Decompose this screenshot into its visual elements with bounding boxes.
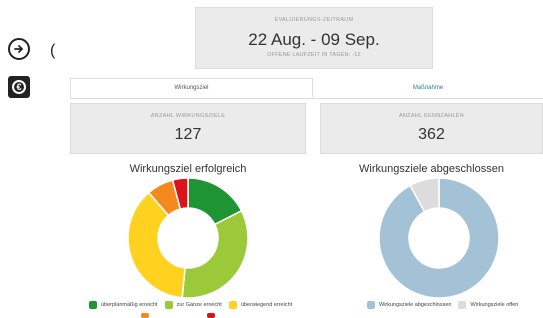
tab-wirkungsziel[interactable]: Wirkungsziel	[70, 78, 313, 98]
legend-item[interactable]: Wirkungsziele abgeschlossen	[367, 301, 451, 309]
legend-swatch	[228, 301, 237, 309]
stat-value: 127	[174, 126, 202, 143]
donut-slice-zur-gänze-erreicht[interactable]	[181, 209, 249, 299]
legend-item[interactable]: zur Gänze erreicht	[164, 301, 222, 309]
legend-item[interactable]: überwiegend erreicht	[228, 301, 293, 309]
evaluation-period-panel: EVALUIERUNGS-ZEITRAUM 22 Aug. - 09 Sep. …	[195, 7, 433, 69]
donut-chart-erfolgreich	[127, 177, 249, 299]
stat-box-kennzahlen: ANZAHL KENNZAHLEN 362	[320, 103, 543, 154]
legend-swatch[interactable]	[141, 313, 149, 318]
legend-label: Wirkungsziele abgeschlossen	[379, 302, 452, 308]
legend-erfolgreich: überplanmäßig erreicht zur Gänze erreich…	[89, 301, 299, 309]
legend-label: überplanmäßig erreicht	[101, 302, 158, 308]
tab-bar: Wirkungsziel Maßnahme	[70, 78, 543, 99]
cut-off-text: (	[50, 42, 56, 59]
donut-chart-abgeschlossen	[378, 177, 500, 299]
legend-swatch[interactable]	[207, 313, 215, 318]
stat-box-wirkungsziele: ANZAHL WIRKUNGSZIELE 127	[70, 103, 306, 154]
legend-item[interactable]: überplanmäßig erreicht	[89, 301, 158, 309]
legend-swatch	[164, 301, 173, 309]
period-value: 22 Aug. - 09 Sep.	[248, 30, 380, 49]
legend-item[interactable]: Wirkungsziele offen	[458, 301, 518, 309]
legend-swatch	[458, 301, 467, 309]
arrow-right-glyph	[14, 45, 24, 53]
legend-label: überwiegend erreicht	[240, 302, 293, 308]
legend-erfolgreich-row2	[141, 313, 273, 318]
stat-label: ANZAHL KENNZAHLEN	[398, 113, 465, 119]
chart-title-erfolgreich: Wirkungsziel erfolgreich	[129, 163, 247, 175]
tab-massnahme[interactable]: Maßnahme	[313, 78, 543, 98]
legend-abgeschlossen: Wirkungsziele abgeschlossen Wirkungsziel…	[367, 301, 525, 309]
stat-value: 362	[418, 126, 445, 143]
period-label: EVALUIERUNGS-ZEITRAUM	[274, 17, 354, 23]
euro-icon[interactable]: €	[8, 76, 30, 98]
legend-label: zur Gänze erreicht	[176, 302, 222, 308]
stat-label: ANZAHL WIRKUNGSZIELE	[150, 113, 226, 119]
period-sub: OFFENE LAUFZEIT IN TAGEN: -12	[267, 52, 361, 58]
legend-swatch	[89, 301, 97, 309]
legend-swatch	[367, 301, 375, 309]
chart-title-abgeschlossen: Wirkungsziele abgeschlossen	[359, 163, 504, 175]
legend-label: Wirkungsziele offen	[470, 302, 519, 308]
arrow-right-circle-icon[interactable]	[8, 38, 30, 60]
